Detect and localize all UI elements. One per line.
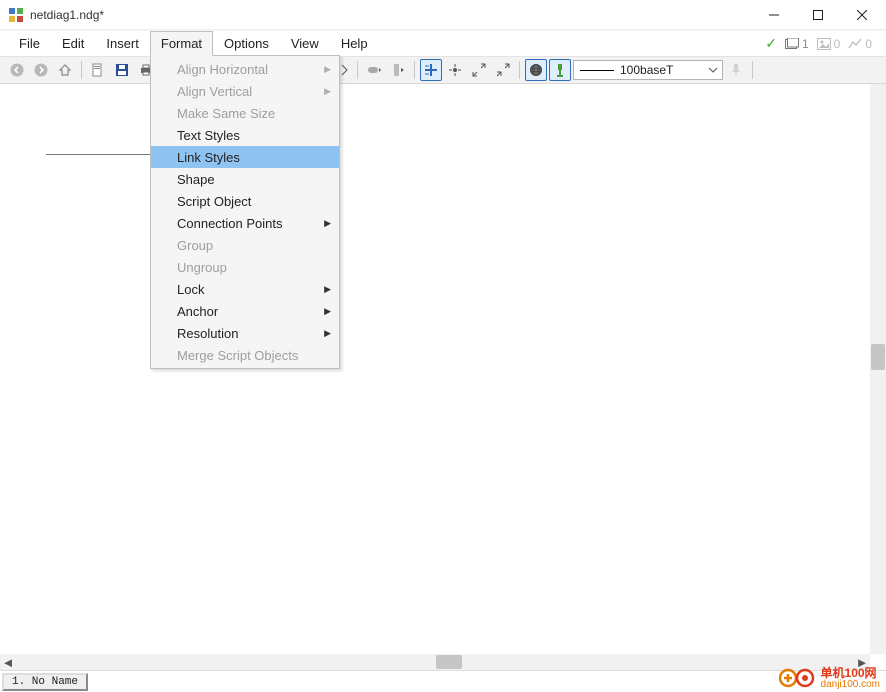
window-title: netdiag1.ndg* xyxy=(30,8,104,22)
menu-item-merge-script-objects: Merge Script Objects xyxy=(151,344,339,366)
menu-item-make-same-size: Make Same Size xyxy=(151,102,339,124)
sheet-tab[interactable]: 1. No Name xyxy=(2,673,88,691)
line-preview-icon xyxy=(580,70,614,71)
watermark: 单机100网 danji100.com xyxy=(779,667,880,690)
menu-file[interactable]: File xyxy=(8,31,51,56)
menubar: File Edit Insert Format Options View Hel… xyxy=(0,30,886,56)
menu-item-text-styles[interactable]: Text Styles xyxy=(151,124,339,146)
pin-button[interactable] xyxy=(725,59,747,81)
menu-item-link-styles[interactable]: Link Styles xyxy=(151,146,339,168)
menu-item-connection-points[interactable]: Connection Points▶ xyxy=(151,212,339,234)
menu-item-group: Group xyxy=(151,234,339,256)
indicator-graph: 0 xyxy=(848,37,872,51)
scroll-thumb[interactable] xyxy=(871,344,885,370)
submenu-arrow-icon: ▶ xyxy=(324,64,331,75)
menu-item-anchor[interactable]: Anchor▶ xyxy=(151,300,339,322)
menu-help[interactable]: Help xyxy=(330,31,379,56)
canvas[interactable] xyxy=(0,84,870,654)
submenu-arrow-icon: ▶ xyxy=(324,218,331,229)
submenu-arrow-icon: ▶ xyxy=(324,328,331,339)
diagram-link[interactable] xyxy=(46,154,158,155)
watermark-logo-icon xyxy=(779,668,815,688)
zoom-out-button[interactable] xyxy=(492,59,514,81)
save-button[interactable] xyxy=(111,59,133,81)
home-button[interactable] xyxy=(54,59,76,81)
bounds-button[interactable] xyxy=(387,59,409,81)
nav-back-button[interactable] xyxy=(6,59,28,81)
menu-view[interactable]: View xyxy=(280,31,330,56)
indicator-images: 0 xyxy=(817,37,841,51)
statusbar: 1. No Name xyxy=(0,670,886,692)
new-button[interactable] xyxy=(87,59,109,81)
horizontal-scrollbar[interactable]: ◄ ► xyxy=(0,654,870,670)
vertical-scrollbar[interactable] xyxy=(870,84,886,654)
nav-forward-button[interactable] xyxy=(30,59,52,81)
fill-button[interactable] xyxy=(363,59,385,81)
link-type-combo[interactable]: 100baseT xyxy=(573,60,723,80)
menu-item-script-object[interactable]: Script Object xyxy=(151,190,339,212)
menu-item-align-vertical: Align Vertical▶ xyxy=(151,80,339,102)
submenu-arrow-icon: ▶ xyxy=(324,306,331,317)
watermark-text1: 单机100网 xyxy=(821,667,880,680)
chevron-down-icon xyxy=(708,65,718,75)
menu-edit[interactable]: Edit xyxy=(51,31,95,56)
menu-format[interactable]: Format xyxy=(150,31,213,56)
watermark-text2: danji100.com xyxy=(821,680,880,691)
menu-item-lock[interactable]: Lock▶ xyxy=(151,278,339,300)
indicator-views: 1 xyxy=(785,37,809,51)
submenu-arrow-icon: ▶ xyxy=(324,284,331,295)
menu-item-ungroup: Ungroup xyxy=(151,256,339,278)
grid-button[interactable] xyxy=(525,59,547,81)
titlebar: netdiag1.ndg* xyxy=(0,0,886,30)
maximize-button[interactable] xyxy=(796,0,840,30)
menu-item-align-horizontal: Align Horizontal▶ xyxy=(151,58,339,80)
toolbar: A 100baseT xyxy=(0,56,886,84)
menu-insert[interactable]: Insert xyxy=(95,31,150,56)
zoom-in-button[interactable] xyxy=(468,59,490,81)
menu-options[interactable]: Options xyxy=(213,31,280,56)
scroll-left-icon[interactable]: ◄ xyxy=(0,654,16,670)
check-icon: ✓ xyxy=(765,35,777,52)
scroll-thumb[interactable] xyxy=(436,655,462,669)
close-button[interactable] xyxy=(840,0,884,30)
minimize-button[interactable] xyxy=(752,0,796,30)
submenu-arrow-icon: ▶ xyxy=(324,86,331,97)
zoom-fit-button[interactable] xyxy=(444,59,466,81)
menu-right-indicators: ✓ 1 0 0 xyxy=(765,31,886,56)
menu-item-shape[interactable]: Shape xyxy=(151,168,339,190)
app-icon xyxy=(8,7,24,23)
combo-value: 100baseT xyxy=(620,63,673,77)
connector-button[interactable] xyxy=(549,59,571,81)
format-dropdown: Align Horizontal▶Align Vertical▶Make Sam… xyxy=(150,55,340,369)
snap-button[interactable] xyxy=(420,59,442,81)
menu-item-resolution[interactable]: Resolution▶ xyxy=(151,322,339,344)
